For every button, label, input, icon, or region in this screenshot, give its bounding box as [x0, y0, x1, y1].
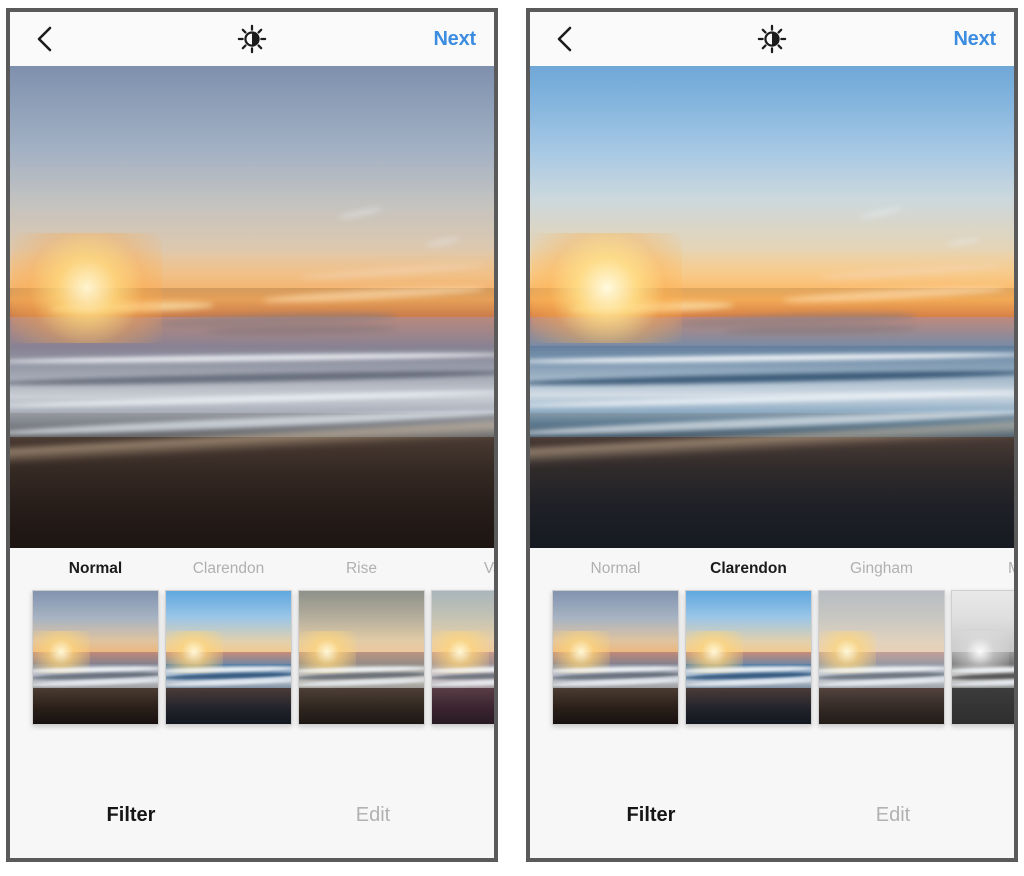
filter-thumb-cell — [818, 590, 951, 725]
photo-preview[interactable] — [530, 66, 1014, 548]
photo-sand — [530, 437, 1014, 548]
right-navbar-center — [530, 12, 1014, 66]
tab-edit[interactable]: Edit — [252, 804, 494, 827]
filter-label-gingham[interactable]: Gingham — [818, 560, 945, 578]
next-button[interactable]: Next — [953, 28, 996, 51]
chevron-left-icon[interactable] — [548, 22, 582, 56]
right-tabbar: Filter Edit — [530, 772, 1014, 858]
filter-thumb-normal[interactable] — [552, 590, 679, 725]
tab-filter[interactable]: Filter — [530, 804, 772, 827]
thumb-sand — [299, 688, 424, 724]
filter-thumb-clarendon[interactable] — [685, 590, 812, 725]
filter-thumb-cell — [685, 590, 818, 725]
filter-thumb-rise[interactable] — [298, 590, 425, 725]
photo-sand — [10, 437, 494, 548]
filter-thumb-valencia[interactable] — [431, 590, 494, 725]
filter-label-normal[interactable]: Normal — [552, 560, 679, 578]
filter-label-cell: Normal — [32, 560, 165, 578]
filter-label-clarendon[interactable]: Clarendon — [685, 560, 812, 578]
filter-label-cell: Clarendon — [165, 560, 298, 578]
filter-thumb-cell — [431, 590, 494, 725]
thumb-sand — [33, 688, 158, 724]
left-navbar: Next — [10, 12, 494, 66]
left-navbar-center — [10, 12, 494, 66]
brightness-sun-icon[interactable] — [757, 24, 787, 54]
right-navbar: Next — [530, 12, 1014, 66]
right-panel: Next Normal Clarendon Gingham Filter Edi… — [526, 8, 1018, 862]
chevron-left-icon[interactable] — [28, 22, 62, 56]
tab-edit[interactable]: Edit — [772, 804, 1014, 827]
brightness-sun-icon[interactable] — [237, 24, 267, 54]
thumb-sand — [553, 688, 678, 724]
left-tabbar: Filter Edit — [10, 772, 494, 858]
photo-preview[interactable] — [10, 66, 494, 548]
filter-label-normal[interactable]: Normal — [32, 560, 159, 578]
filter-thumb-cell — [951, 590, 1014, 725]
thumb-sand — [952, 688, 1014, 724]
filter-label-cell: Val — [431, 560, 494, 578]
thumb-sand — [166, 688, 291, 724]
filter-label-row: Normal Clarendon Rise Val — [10, 548, 494, 590]
thumb-sand — [432, 688, 494, 724]
filter-thumb-cell — [298, 590, 431, 725]
filter-label-cell: Clarendon — [685, 560, 818, 578]
filter-thumbnail-row — [530, 590, 1014, 725]
filter-thumbnail-row — [10, 590, 494, 725]
photo-surf — [10, 345, 494, 452]
filter-thumb-cell — [165, 590, 298, 725]
right-filter-strip: Normal Clarendon Gingham M — [530, 548, 1014, 772]
tab-filter[interactable]: Filter — [10, 804, 252, 827]
filter-label-row: Normal Clarendon Gingham M — [530, 548, 1014, 590]
next-button[interactable]: Next — [433, 28, 476, 51]
filter-label-cell: Normal — [552, 560, 685, 578]
filter-label-cell: Rise — [298, 560, 431, 578]
filter-thumb-cell — [32, 590, 165, 725]
thumb-sand — [819, 688, 944, 724]
left-filter-strip: Normal Clarendon Rise Val — [10, 548, 494, 772]
filter-label-cell: Gingham — [818, 560, 951, 578]
filter-thumb-clarendon[interactable] — [165, 590, 292, 725]
screenshot-stage: Next Normal Clarendon Rise V Filter Edit… — [0, 0, 1024, 876]
filter-label-valencia[interactable]: Val — [431, 560, 494, 578]
filter-label-cell: M — [951, 560, 1014, 578]
filter-thumb-cell — [552, 590, 685, 725]
photo-surf — [530, 345, 1014, 452]
left-panel: Next Normal Clarendon Rise V Filter Edit — [6, 8, 498, 862]
filter-label-rise[interactable]: Rise — [298, 560, 425, 578]
filter-thumb-gingham[interactable] — [818, 590, 945, 725]
thumb-sand — [686, 688, 811, 724]
filter-label-moon[interactable]: M — [951, 560, 1014, 578]
filter-thumb-moon[interactable] — [951, 590, 1014, 725]
filter-thumb-normal[interactable] — [32, 590, 159, 725]
filter-label-clarendon[interactable]: Clarendon — [165, 560, 292, 578]
